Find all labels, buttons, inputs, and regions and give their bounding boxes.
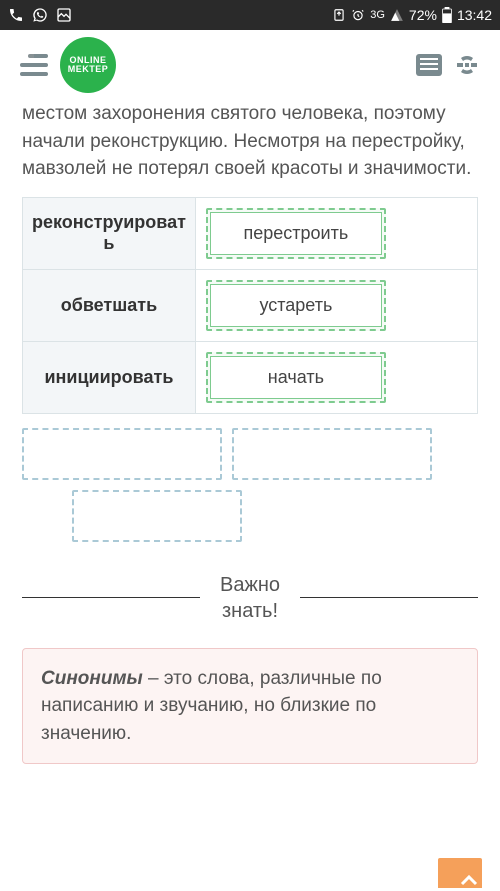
answer-tile[interactable]: перестроить — [210, 212, 382, 255]
table-row: реконструировать перестроить — [23, 197, 478, 269]
lesson-content: местом захоронения святого человека, поэ… — [0, 100, 500, 764]
phone-icon — [8, 7, 24, 23]
table-row: инициировать начать — [23, 341, 478, 413]
alarm-icon — [351, 8, 365, 22]
language-button[interactable] — [454, 52, 480, 78]
info-term: Синонимы — [41, 668, 143, 689]
empty-slot[interactable] — [72, 490, 242, 542]
image-icon — [56, 7, 72, 23]
paragraph-text: местом захоронения святого человека, поэ… — [22, 100, 478, 183]
answer-tile[interactable]: начать — [210, 356, 382, 399]
logo[interactable]: ONLINE MEKTEP — [60, 37, 116, 93]
empty-slot[interactable] — [232, 428, 432, 480]
scroll-to-top-button[interactable] — [438, 858, 482, 888]
term-cell: реконструировать — [23, 197, 196, 269]
android-status-bar: 3G 72% 13:42 — [0, 0, 500, 30]
divider-line — [22, 597, 200, 598]
matching-table: реконструировать перестроить обветшать у… — [22, 197, 478, 414]
empty-slot[interactable] — [22, 428, 222, 480]
app-header: ONLINE MEKTEP — [0, 30, 500, 100]
drop-slot[interactable]: начать — [206, 352, 386, 403]
drop-slot[interactable]: перестроить — [206, 208, 386, 259]
section-divider: Важно знать! — [22, 572, 478, 624]
list-view-button[interactable] — [416, 54, 442, 76]
divider-line — [300, 597, 478, 598]
drop-slot[interactable]: устареть — [206, 280, 386, 331]
whatsapp-icon — [32, 7, 48, 23]
answer-tile[interactable]: устареть — [210, 284, 382, 327]
logo-text-2: MEKTEP — [68, 65, 109, 74]
update-icon — [332, 8, 346, 22]
battery-icon — [442, 7, 452, 23]
menu-button[interactable] — [20, 54, 48, 76]
clock-time: 13:42 — [457, 7, 492, 23]
info-box: Синонимы – это слова, различные по напис… — [22, 648, 478, 765]
term-cell: обветшать — [23, 269, 196, 341]
signal-icon — [390, 8, 404, 22]
source-tiles-area — [22, 428, 478, 542]
term-cell: инициировать — [23, 341, 196, 413]
battery-percent: 72% — [409, 7, 437, 23]
divider-title: Важно знать! — [220, 572, 280, 624]
table-row: обветшать устареть — [23, 269, 478, 341]
network-type: 3G — [370, 10, 385, 21]
